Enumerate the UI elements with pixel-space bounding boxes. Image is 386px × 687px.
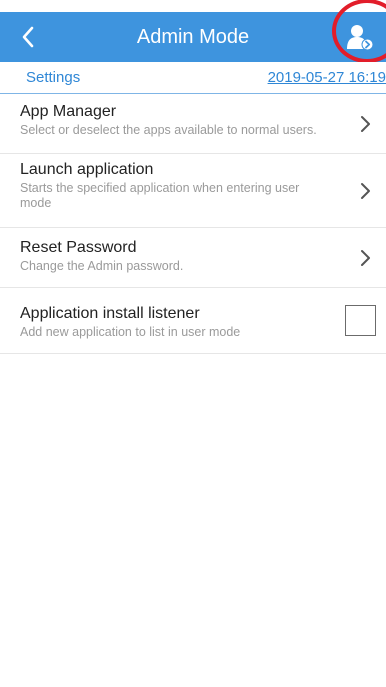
app-bar: Admin Mode bbox=[0, 0, 386, 63]
settings-label: Settings bbox=[26, 69, 81, 86]
install-listener-checkbox[interactable] bbox=[345, 304, 376, 336]
chevron-left-icon bbox=[22, 26, 34, 48]
setting-install-listener[interactable]: Application install listener Add new app… bbox=[0, 288, 386, 354]
setting-description: Starts the specified application when en… bbox=[20, 181, 300, 210]
status-bar bbox=[0, 0, 386, 12]
settings-list: App Manager Select or deselect the apps … bbox=[0, 94, 386, 354]
setting-app-manager[interactable]: App Manager Select or deselect the apps … bbox=[0, 94, 386, 154]
timestamp: 2019-05-27 16:19 bbox=[267, 69, 386, 86]
chevron-right-icon bbox=[361, 182, 370, 199]
setting-title: Application install listener bbox=[20, 305, 200, 322]
admin-mode-screen: Admin Mode Settings 2019-05-27 16:19 App… bbox=[0, 0, 386, 687]
setting-description: Change the Admin password. bbox=[20, 259, 184, 273]
chevron-right-icon bbox=[361, 249, 370, 266]
settings-header: Settings 2019-05-27 16:19 bbox=[0, 62, 386, 94]
page-title: Admin Mode bbox=[136, 26, 250, 48]
setting-title: Launch application bbox=[20, 161, 154, 178]
setting-description: Select or deselect the apps available to… bbox=[20, 123, 317, 137]
back-button[interactable] bbox=[8, 12, 48, 62]
user-switch-button[interactable] bbox=[334, 12, 386, 62]
setting-reset-password[interactable]: Reset Password Change the Admin password… bbox=[0, 228, 386, 288]
setting-title: App Manager bbox=[20, 103, 117, 120]
user-switch-icon bbox=[347, 25, 374, 51]
setting-description: Add new application to list in user mode bbox=[20, 325, 241, 339]
setting-title: Reset Password bbox=[20, 239, 137, 256]
setting-launch-application[interactable]: Launch application Starts the specified … bbox=[0, 154, 386, 228]
chevron-right-icon bbox=[361, 115, 370, 132]
